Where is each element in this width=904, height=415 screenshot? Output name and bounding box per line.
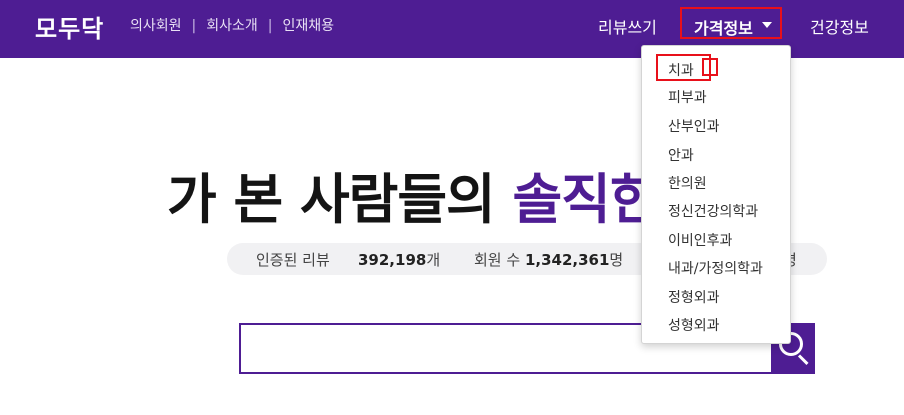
- members-label: 회원 수: [474, 251, 521, 269]
- nav-separator: |: [191, 18, 197, 34]
- price-info-menu-button[interactable]: 가격정보: [680, 7, 782, 39]
- dropdown-item-internal-medicine[interactable]: 내과/가정의학과: [668, 258, 763, 278]
- nav-about-company[interactable]: 회사소개: [206, 15, 258, 35]
- nav-write-review[interactable]: 리뷰쓰기: [598, 14, 657, 38]
- members-unit: 명: [609, 251, 624, 269]
- nav-health-info[interactable]: 건강정보: [810, 14, 869, 38]
- verified-reviews-count: 392,198개: [358, 249, 440, 270]
- nav-doctor-member[interactable]: 의사회원: [130, 15, 182, 35]
- dropdown-item-obgyn[interactable]: 산부인과: [668, 116, 720, 136]
- dropdown-item-ophthalmology[interactable]: 안과: [668, 145, 694, 165]
- nav-separator: |: [267, 18, 273, 34]
- verified-reviews-unit: 개: [426, 251, 441, 269]
- headline-text: 가 본 사람들의: [167, 168, 513, 231]
- logo[interactable]: 모두닥: [35, 9, 104, 44]
- search-icon-handle: [797, 354, 809, 366]
- dropdown-item-plastic-surgery[interactable]: 성형외과: [668, 315, 720, 335]
- price-info-label: 가격정보: [694, 19, 753, 38]
- dropdown-item-orthopedics[interactable]: 정형외과: [668, 287, 720, 307]
- members-value: 1,342,361: [524, 251, 610, 269]
- nav-careers[interactable]: 인재채용: [283, 15, 335, 35]
- dropdown-item-psychiatry[interactable]: 정신건강의학과: [668, 201, 758, 221]
- dropdown-item-oriental-medicine[interactable]: 한의원: [668, 173, 707, 193]
- caret-down-icon: [762, 22, 772, 28]
- verified-reviews-value: 392,198: [358, 251, 427, 269]
- headline-accent: 솔직한: [512, 168, 659, 231]
- verified-reviews-label: 인증된 리뷰: [256, 251, 330, 269]
- highlight-marker: [702, 58, 718, 76]
- price-info-dropdown: 치과 피부과 산부인과 안과 한의원 정신건강의학과 이비인후과 내과/가정의학…: [641, 45, 791, 344]
- dropdown-item-dental[interactable]: 치과: [668, 60, 694, 80]
- members-count: 회원 수 1,342,361명: [474, 249, 623, 270]
- dropdown-item-dermatology[interactable]: 피부과: [668, 87, 707, 107]
- top-nav-left: 의사회원 | 회사소개 | 인재채용: [130, 15, 334, 35]
- dropdown-item-ent[interactable]: 이비인후과: [668, 230, 732, 250]
